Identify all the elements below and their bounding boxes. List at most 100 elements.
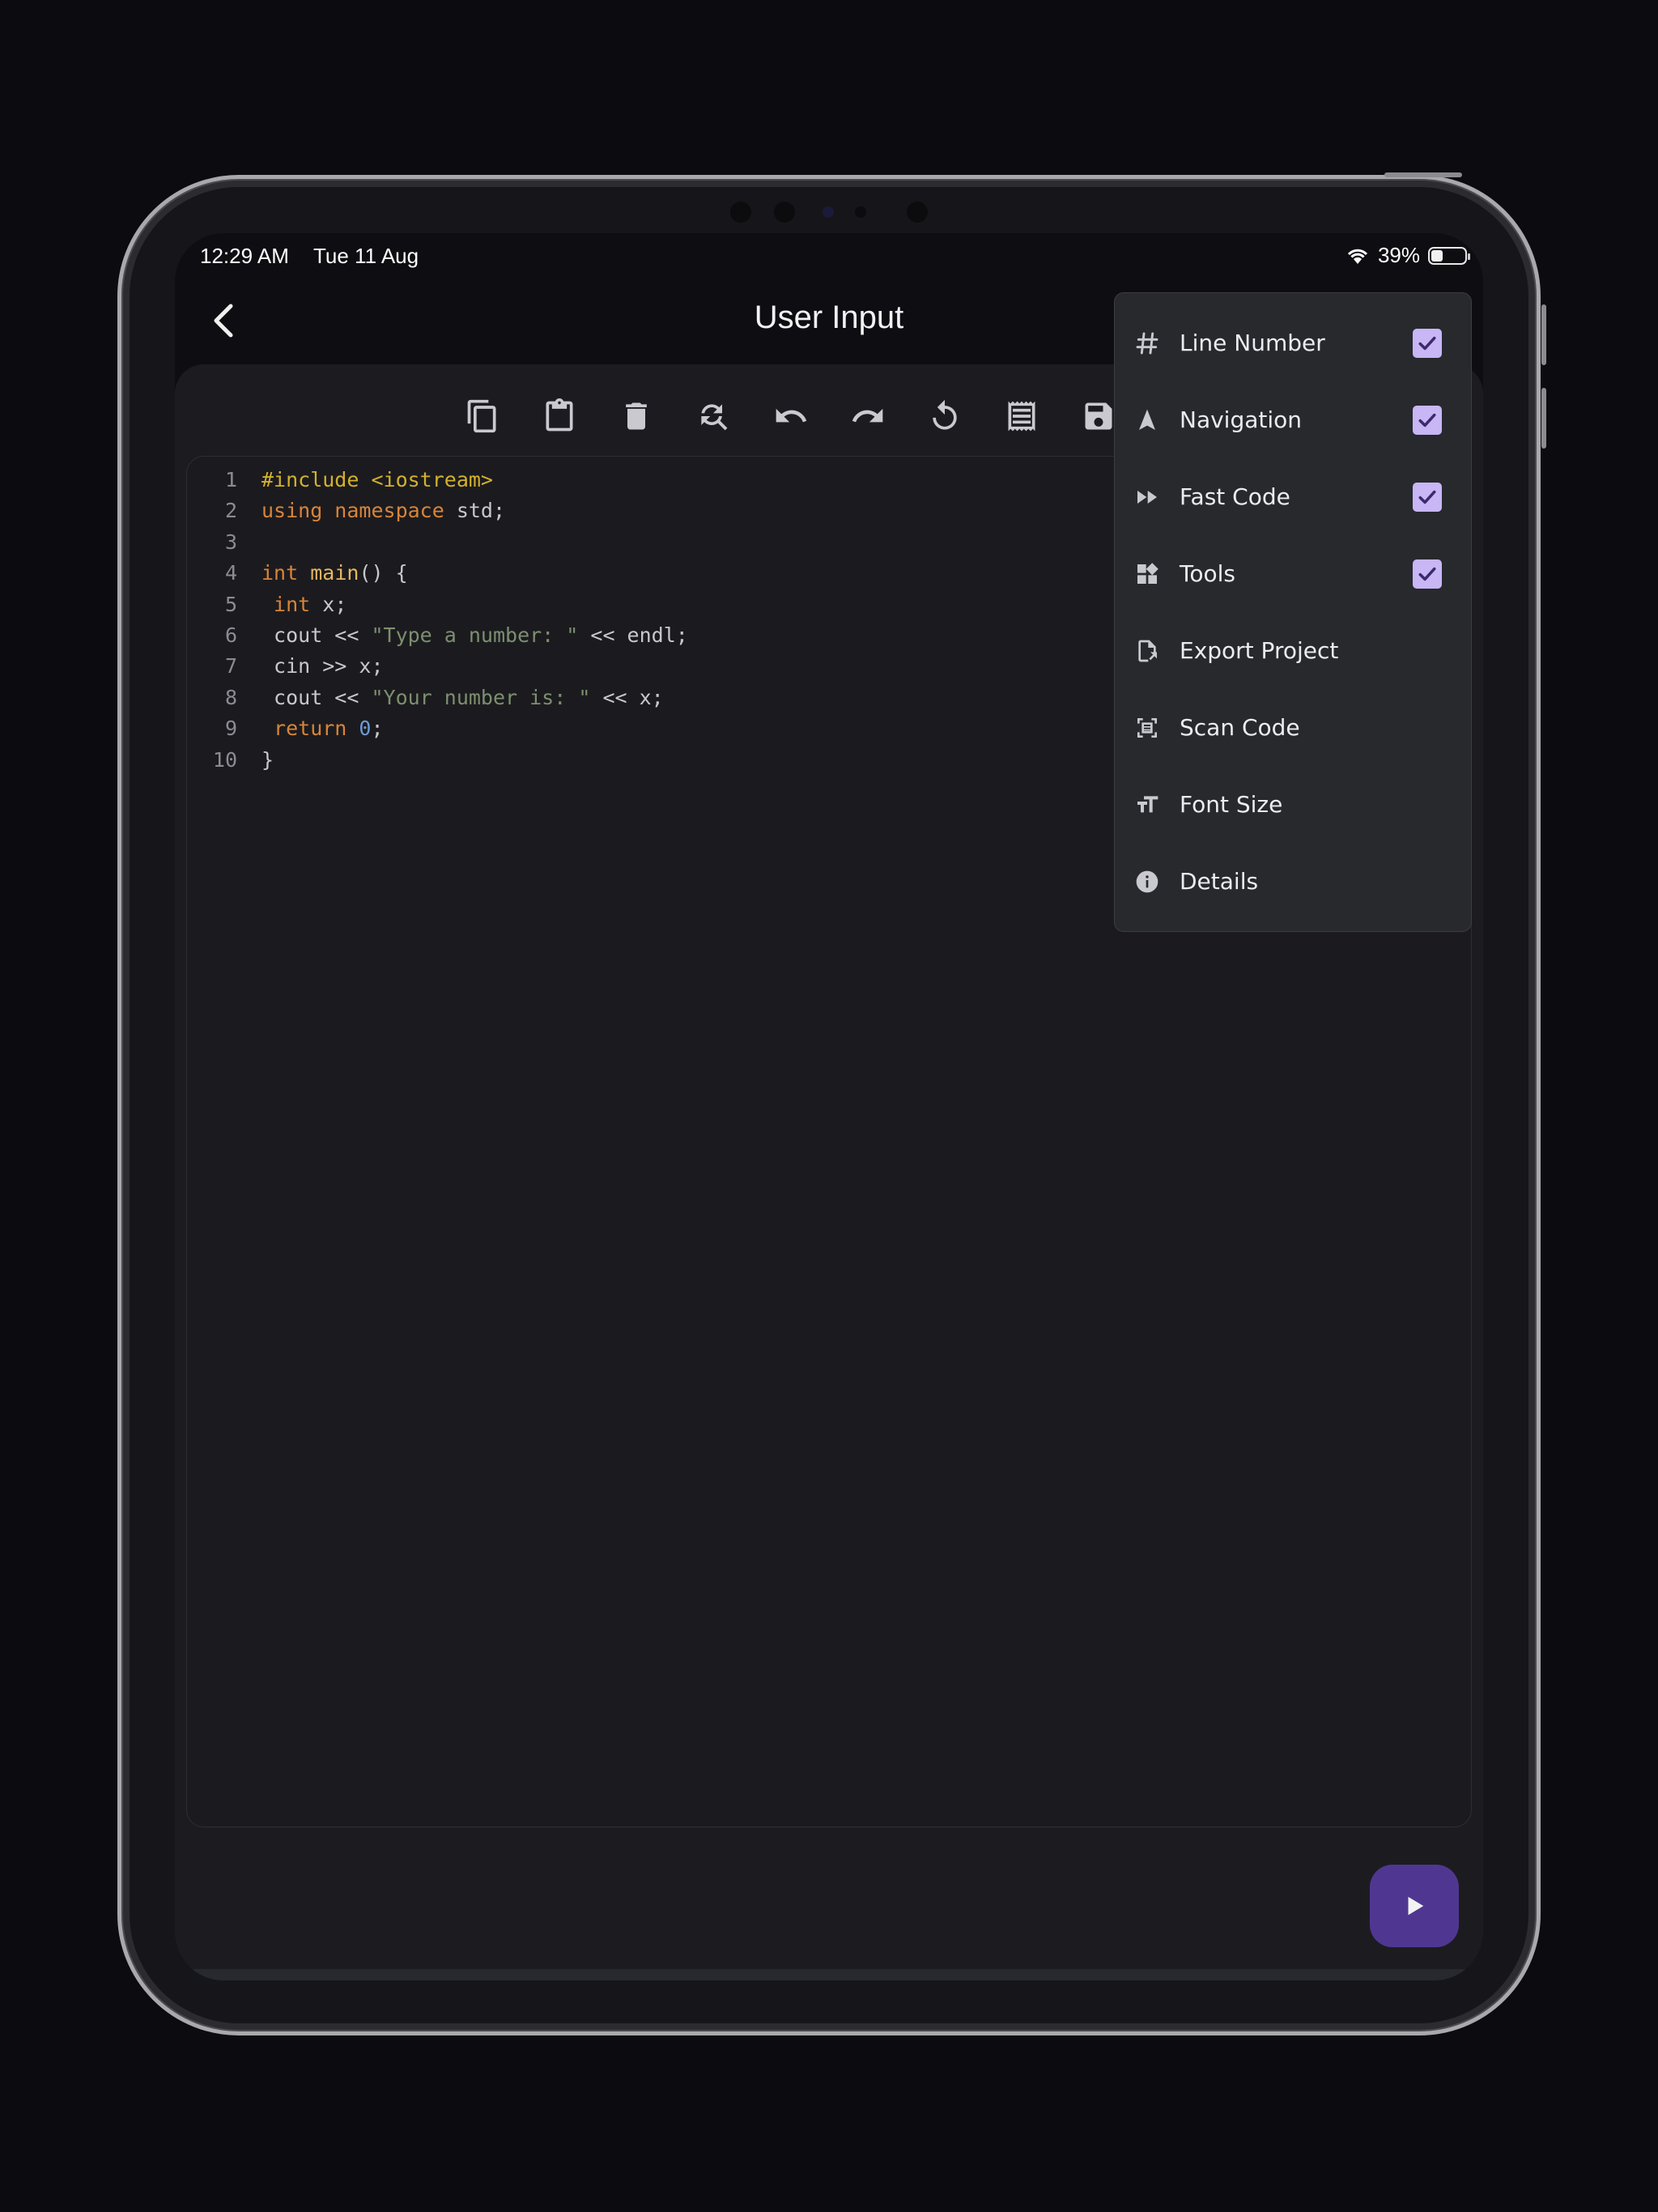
extra-key[interactable]: ↓ (389, 1969, 428, 1980)
undo-button[interactable] (772, 397, 810, 436)
camera-dot (774, 202, 795, 223)
code-token: () { (359, 561, 408, 585)
line-number: 5 (224, 592, 237, 616)
code-token: << endl; (578, 623, 688, 647)
extra-key[interactable]: ⌫ (1118, 1969, 1157, 1980)
camera-bar (121, 202, 1537, 223)
code-token: << x; (590, 685, 664, 709)
extra-key[interactable]: ⇡ (558, 1969, 597, 1980)
code-text: int main() { (261, 561, 408, 585)
find-replace-icon (701, 404, 728, 431)
menu-item-details[interactable]: Details (1115, 843, 1471, 920)
checkbox[interactable] (1413, 559, 1442, 589)
volume-up-button (1541, 304, 1546, 365)
code-token: x; (322, 592, 347, 616)
checkbox[interactable] (1413, 482, 1442, 512)
menu-item-font-size[interactable]: Font Size (1115, 766, 1471, 843)
menu-item-label: Tools (1180, 560, 1235, 587)
extra-key[interactable]: X (950, 1969, 988, 1980)
line-number: 8 (224, 685, 237, 709)
scan-icon (1133, 713, 1162, 742)
save-icon (1085, 402, 1112, 430)
redo-icon (852, 408, 883, 423)
copy-button[interactable] (463, 397, 502, 436)
info-icon (1133, 867, 1162, 896)
code-token: "Your number is: " (371, 685, 591, 709)
menu-item-scan-code[interactable]: Scan Code (1115, 689, 1471, 766)
extra-key[interactable]: → (502, 1969, 541, 1980)
code-token: "Type a number: " (371, 623, 579, 647)
code-text: cin >> x; (261, 654, 383, 678)
code-text: } (261, 748, 274, 772)
code-token: } (261, 747, 274, 772)
line-number: 4 (224, 561, 237, 585)
code-text: int x; (261, 593, 346, 616)
extra-key[interactable]: ↵ (894, 1969, 933, 1980)
extra-key[interactable]: ↑ (334, 1969, 372, 1980)
menu-item-navigation[interactable]: Navigation (1115, 381, 1471, 458)
line-number: 3 (224, 530, 237, 554)
camera-dot (730, 202, 751, 223)
save-button[interactable] (1079, 397, 1118, 436)
extra-key[interactable]: ↦ (838, 1969, 877, 1980)
code-token: int (261, 592, 323, 616)
extra-key[interactable]: ⤥ (1230, 1969, 1269, 1980)
undo-icon (776, 408, 807, 423)
check-icon (1418, 413, 1436, 427)
menu-item-line-number[interactable]: Line Number (1115, 304, 1471, 381)
code-text: #include <iostream> (261, 468, 493, 491)
menu-item-tools[interactable]: Tools (1115, 535, 1471, 612)
format-button[interactable] (1002, 397, 1041, 436)
wifi-icon (1347, 249, 1368, 264)
extra-key[interactable]: ⇣ (614, 1969, 653, 1980)
options-menu: Line Number Navigation Fast Code Tools Expor… (1114, 292, 1472, 932)
code-token: cout << (261, 623, 372, 647)
extra-key[interactable]: ← (445, 1969, 484, 1980)
screen: 12:29 AM Tue 11 Aug 39% User Input 1 #in… (175, 233, 1483, 1980)
menu-item-label: Font Size (1180, 791, 1283, 818)
paste-button[interactable] (540, 397, 579, 436)
status-time: 12:29 AM (200, 244, 289, 268)
code-token: std; (456, 499, 506, 523)
run-button[interactable] (1370, 1865, 1459, 1947)
menu-item-label: Scan Code (1180, 714, 1300, 741)
menu-item-export-project[interactable]: Export Project (1115, 612, 1471, 689)
play-icon (1408, 1896, 1424, 1916)
find-replace-button[interactable] (694, 397, 733, 436)
code-token: main (310, 561, 359, 585)
redo-button[interactable] (848, 397, 887, 436)
menu-item-fast-code[interactable]: Fast Code (1115, 458, 1471, 535)
top-button (1384, 172, 1462, 177)
line-number: 9 (224, 717, 237, 741)
extra-key[interactable]: ⌦ (1174, 1969, 1213, 1980)
extra-key[interactable]: ▦ (1062, 1969, 1101, 1980)
navigation-icon (1133, 406, 1162, 435)
hash-icon (1133, 329, 1162, 358)
status-bar: 12:29 AM Tue 11 Aug 39% (175, 233, 1483, 280)
reload-button[interactable] (925, 397, 964, 436)
battery-percent: 39% (1377, 243, 1420, 267)
menu-item-label: Navigation (1180, 406, 1303, 433)
line-number: 1 (224, 468, 237, 491)
checkbox[interactable] (1413, 328, 1442, 358)
export-file-icon (1133, 636, 1162, 666)
delete-button[interactable] (617, 397, 656, 436)
widgets-icon (1133, 559, 1162, 589)
camera-dot (907, 202, 928, 223)
code-token: #include <iostream> (261, 468, 493, 491)
extra-key[interactable]: ⇢ (725, 1969, 764, 1980)
battery-icon (1428, 246, 1470, 265)
code-text: cout << "Type a number: " << endl; (261, 623, 688, 647)
code-token: using namespace (261, 499, 457, 523)
extra-key[interactable]: ↤ (782, 1969, 821, 1980)
checkbox[interactable] (1413, 405, 1442, 435)
paste-icon (546, 398, 573, 432)
fast-forward-icon (1133, 483, 1162, 512)
line-number: 10 (212, 747, 237, 772)
extra-key[interactable]: ⇆ (1005, 1969, 1044, 1980)
extra-key[interactable]: ⤢ (1286, 1969, 1324, 1980)
extra-key[interactable]: ⇠ (670, 1969, 708, 1980)
extra-keys-row-arrows: ↑ ↓ ← → ⇡ ⇣ ⇠ ⇢ ↤ ↦ ↵ X ⇆ ▦ ⌫ ⌦ ⤥ ⤢ (175, 1969, 1483, 1980)
menu-item-label: Line Number (1180, 330, 1325, 356)
code-text: cout << "Your number is: " << x; (261, 686, 664, 709)
